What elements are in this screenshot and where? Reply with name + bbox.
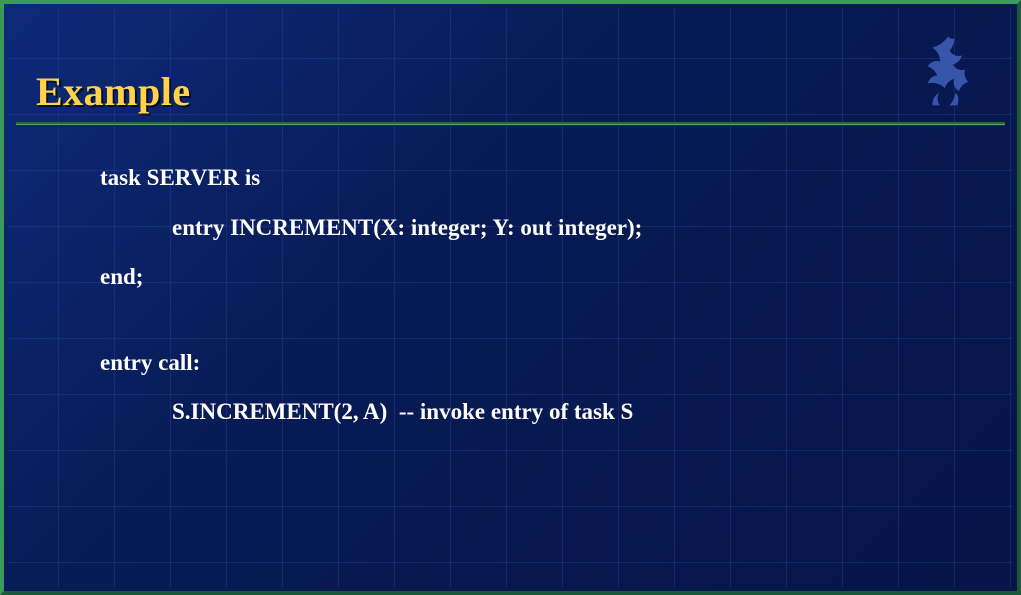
code-line-1: task SERVER is	[100, 164, 957, 192]
slide: Example task SERVER is entry INCREMENT(X…	[0, 0, 1021, 595]
spacer	[100, 313, 957, 349]
griffin-logo-icon	[909, 32, 987, 110]
code-block: task SERVER is entry INCREMENT(X: intege…	[100, 164, 957, 448]
code-line-3: end;	[100, 263, 957, 291]
code-line-4: entry call:	[100, 349, 957, 377]
title-underline	[16, 122, 1005, 125]
code-line-2: entry INCREMENT(X: integer; Y: out integ…	[100, 214, 957, 242]
slide-title: Example	[36, 68, 191, 115]
code-line-5: S.INCREMENT(2, A) -- invoke entry of tas…	[100, 398, 957, 426]
